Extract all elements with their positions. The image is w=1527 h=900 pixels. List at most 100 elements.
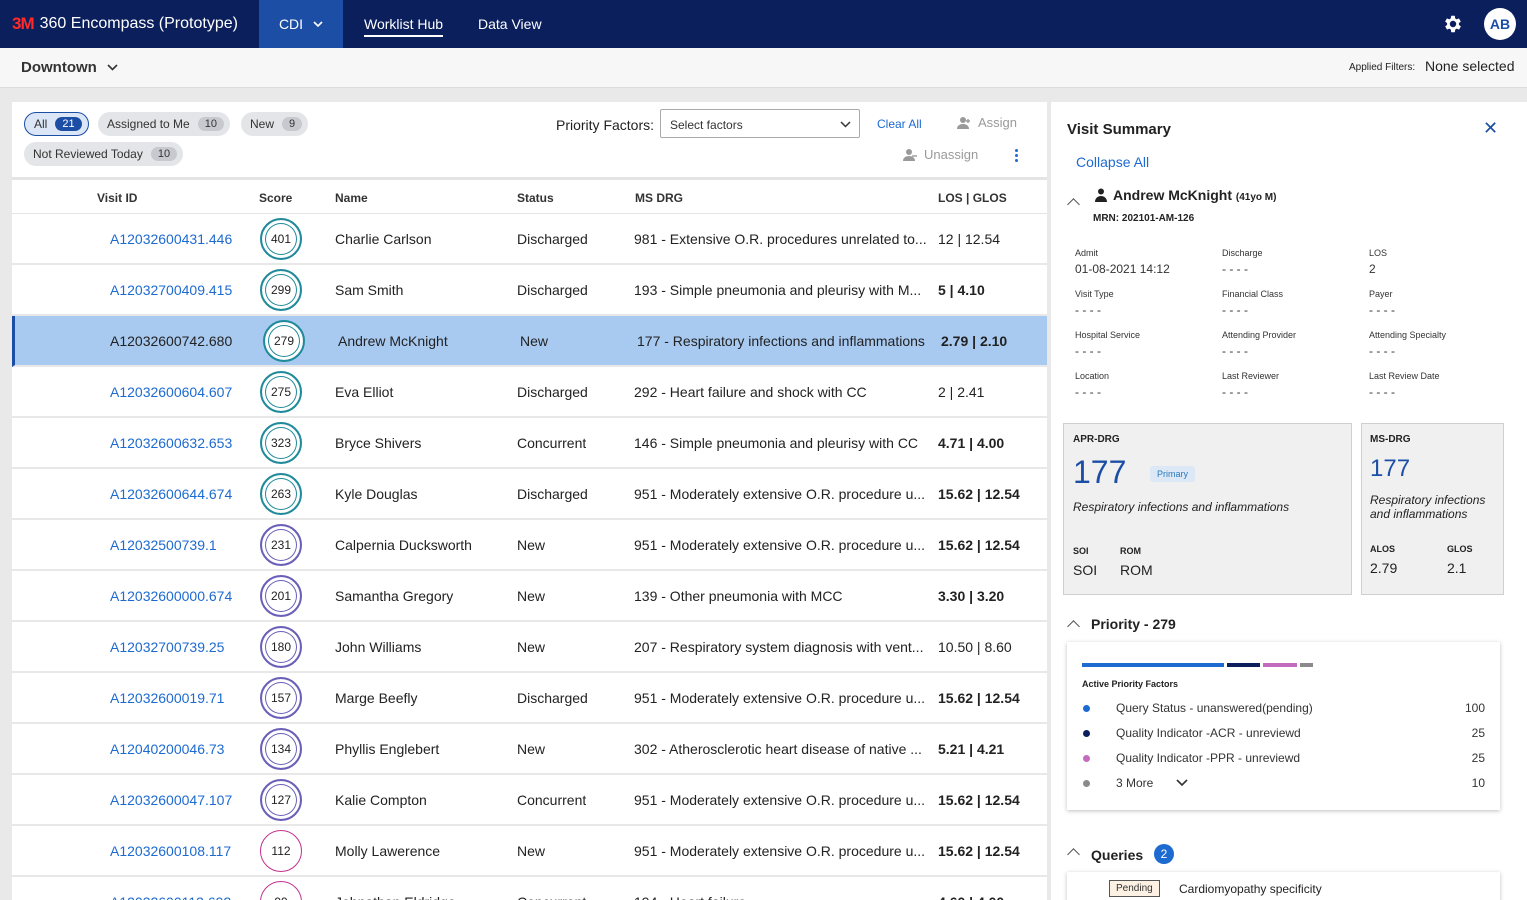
col-los-glos[interactable]: LOS | GLOS — [938, 191, 1007, 205]
visit-id-link[interactable]: A12032500739.1 — [110, 537, 217, 553]
los-glos: 4.60 | 4.00 — [938, 894, 1004, 900]
table-row[interactable]: A12040200046.73 134 Phyllis Englebert New 30… — [12, 724, 1047, 775]
priority-factors-select[interactable]: Select factors — [660, 109, 860, 138]
ms-drg: 951 - Moderately extensive O.R. procedur… — [634, 537, 926, 553]
field-value: - - - - — [1222, 262, 1248, 276]
visit-status: Discharged — [517, 384, 588, 400]
table-row[interactable]: A12032600019.71 157 Marge Beefly Discharged… — [12, 673, 1047, 724]
score-badge: 134 — [260, 728, 302, 770]
field-label: Visit Type — [1075, 289, 1114, 299]
table-row[interactable]: A12032700739.25 180 John Williams New 207 - … — [12, 622, 1047, 673]
score-badge: 323 — [260, 422, 302, 464]
priority-factor-row: Quality Indicator -PPR - unreviewd 25 — [1082, 750, 1485, 770]
nav-worklist-hub[interactable]: Worklist Hub — [364, 16, 444, 37]
priority-bar-ppr — [1263, 663, 1297, 667]
visit-id-link[interactable]: A12032600644.674 — [110, 486, 232, 502]
score-badge: 112 — [260, 830, 302, 872]
visit-id-link[interactable]: A12032600742.680 — [110, 333, 232, 349]
chevron-up-icon[interactable] — [1067, 848, 1080, 861]
priority-factor-row[interactable]: 3 More 10 — [1082, 775, 1485, 795]
chevron-down-icon — [840, 121, 851, 128]
brand[interactable]: 3M 360 Encompass (Prototype) — [12, 14, 238, 34]
col-name[interactable]: Name — [335, 191, 368, 205]
applied-filters-value[interactable]: None selected — [1425, 58, 1515, 74]
chip-count: 9 — [282, 117, 303, 131]
table-row[interactable]: A12032600108.117 112 Molly Lawerence New 951… — [12, 826, 1047, 877]
los-glos: 12 | 12.54 — [938, 231, 1001, 247]
collapse-all-link[interactable]: Collapse All — [1076, 154, 1149, 170]
close-icon[interactable]: ✕ — [1483, 118, 1498, 139]
queries-title: Queries — [1091, 847, 1144, 863]
app-title: 360 Encompass (Prototype) — [39, 15, 238, 32]
los-glos: 3.30 | 3.20 — [938, 588, 1005, 604]
avatar[interactable]: AB — [1484, 8, 1516, 40]
table-row[interactable]: A12032600632.653 323 Bryce Shivers Concurre… — [12, 418, 1047, 469]
table-row[interactable]: A12032500739.1 231 Calpernia Ducksworth New… — [12, 520, 1047, 571]
visit-id-link[interactable]: A12032600019.71 — [110, 690, 224, 706]
table-row[interactable]: A12032700409.415 299 Sam Smith Discharged 19… — [12, 265, 1047, 316]
assign-button[interactable]: Assign — [957, 115, 1017, 130]
factor-label: 3 More — [1116, 776, 1154, 790]
factor-value: 10 — [1471, 776, 1485, 790]
chevron-up-icon[interactable] — [1067, 620, 1080, 633]
table-row[interactable]: A12032600742.680 279 Andrew McKnight New 177… — [12, 316, 1047, 367]
visit-id-link[interactable]: A12032600632.653 — [110, 435, 232, 451]
table-row[interactable]: A12032600047.107 127 Kalie Compton Concurre… — [12, 775, 1047, 826]
ms-drg: 302 - Atherosclerotic heart disease of n… — [634, 741, 922, 757]
chip-not-reviewed-today[interactable]: Not Reviewed Today 10 — [24, 142, 184, 166]
visit-status: New — [517, 741, 546, 757]
table-row[interactable]: A12032600000.674 201 Samantha Gregory New 13… — [12, 571, 1047, 622]
chip-new[interactable]: New 9 — [241, 112, 309, 136]
soi-label: SOI — [1073, 546, 1089, 556]
field-label: Last Reviewer — [1222, 371, 1280, 381]
priority-factors-label: Priority Factors: — [556, 117, 655, 133]
field-label: Hospital Service — [1075, 330, 1141, 340]
visit-id-link[interactable]: A12032600047.107 — [110, 792, 232, 808]
clear-all-link[interactable]: Clear All — [877, 117, 922, 131]
ms-drg: 194 - Heart failure — [634, 894, 930, 900]
location-dropdown[interactable]: Downtown — [21, 59, 118, 76]
more-options-icon[interactable] — [1013, 149, 1019, 164]
active-priority-factors-label: Active Priority Factors — [1082, 679, 1179, 689]
alos-label: ALOS — [1370, 544, 1396, 554]
visit-id-link[interactable]: A12032600604.607 — [110, 384, 232, 400]
col-status[interactable]: Status — [517, 191, 554, 205]
visit-id-link[interactable]: A12032700409.415 — [110, 282, 232, 298]
visit-id-link[interactable]: A12032600000.674 — [110, 588, 232, 604]
visit-id-link[interactable]: A12040200046.73 — [110, 741, 224, 757]
apr-drg-code: 177 — [1073, 454, 1127, 490]
chip-all[interactable]: All 21 — [24, 112, 89, 136]
visit-status: Concurrent — [517, 894, 586, 900]
field-label: Location — [1075, 371, 1110, 381]
nav-data-view[interactable]: Data View — [478, 16, 542, 32]
table-row[interactable]: A12032600431.446 401 Charlie Carlson Discha… — [12, 214, 1047, 265]
chip-count: 10 — [197, 117, 224, 131]
chevron-down-icon[interactable] — [1176, 779, 1188, 787]
los-glos: 15.62 | 12.54 — [938, 537, 1020, 553]
priority-bar-more — [1300, 663, 1313, 667]
visit-id-link[interactable]: A12032600108.117 — [110, 843, 231, 859]
unassign-button[interactable]: Unassign — [903, 147, 978, 162]
gear-icon[interactable] — [1442, 13, 1464, 35]
visit-id-link[interactable]: A12032600113.692 — [110, 894, 231, 900]
rom-label: ROM — [1120, 546, 1141, 556]
visit-id-link[interactable]: A12032600431.446 — [110, 231, 232, 247]
cdi-dropdown[interactable]: CDI — [259, 0, 343, 48]
col-visit-id[interactable]: Visit ID — [97, 191, 137, 205]
visit-id-link[interactable]: A12032700739.25 — [110, 639, 224, 655]
factor-value: 25 — [1471, 751, 1485, 765]
table-row[interactable]: A12032600113.692 99 Johnathan Eldridge Conc… — [12, 877, 1047, 900]
col-score[interactable]: Score — [259, 191, 292, 205]
table-row[interactable]: A12032600644.674 263 Kyle Douglas Discharge… — [12, 469, 1047, 520]
priority-bar-query — [1082, 663, 1224, 667]
los-glos: 2.79 | 2.10 — [941, 333, 1008, 349]
top-nav: 3M 360 Encompass (Prototype) CDI Worklis… — [0, 0, 1527, 48]
chevron-up-icon[interactable] — [1067, 198, 1080, 211]
col-ms-drg[interactable]: MS DRG — [635, 191, 683, 205]
query-card[interactable]: Pending Cardiomyopathy specificity — [1067, 872, 1500, 900]
los-glos: 4.71 | 4.00 — [938, 435, 1005, 451]
chip-assigned-to-me[interactable]: Assigned to Me 10 — [98, 112, 230, 136]
factor-label: Quality Indicator -ACR - unreviewd — [1116, 726, 1301, 740]
table-row[interactable]: A12032600604.607 275 Eva Elliot Discharged 2… — [12, 367, 1047, 418]
alos-value: 2.79 — [1370, 560, 1398, 576]
